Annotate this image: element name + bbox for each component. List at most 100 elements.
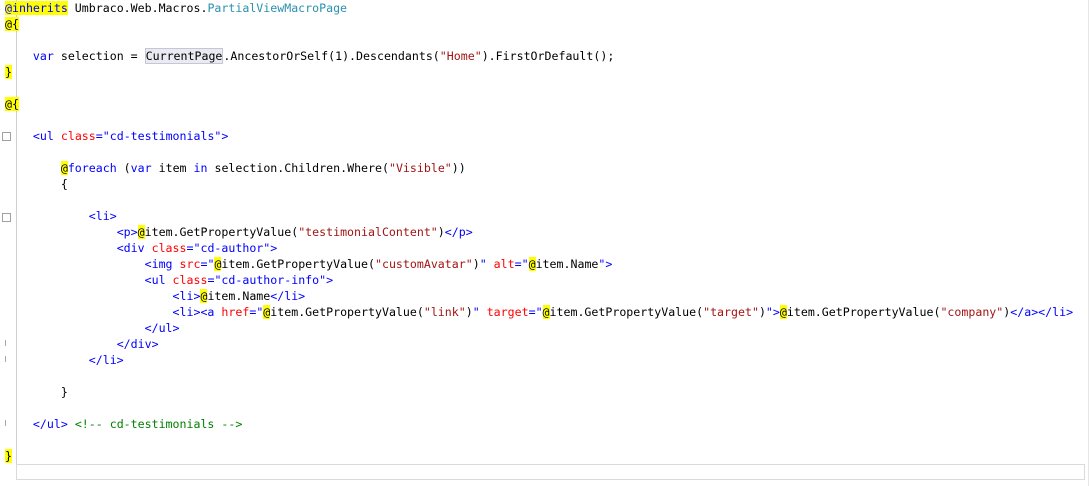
html-tag: > bbox=[270, 241, 278, 255]
html-tag: > bbox=[221, 129, 229, 143]
string-literal: "link" bbox=[423, 305, 466, 319]
html-tag: <p> bbox=[116, 225, 138, 239]
code-line[interactable]: { bbox=[5, 176, 68, 192]
html-tag: <img bbox=[144, 257, 173, 271]
code-line[interactable]: <ul class="cd-testimonials"> bbox=[5, 128, 228, 144]
string-literal: "target" bbox=[703, 305, 759, 319]
html-tag: <li><a bbox=[172, 305, 215, 319]
code-text: item.GetPropertyValue( bbox=[144, 225, 299, 239]
code-line[interactable]: <p>@item.GetPropertyValue("testimonialCo… bbox=[5, 224, 473, 240]
code-line[interactable]: var selection = CurrentPage.AncestorOrSe… bbox=[5, 48, 614, 64]
razor-block-open: @{ bbox=[5, 17, 19, 31]
code-line[interactable]: </ul> bbox=[5, 320, 180, 336]
code-line[interactable]: <li>@item.Name</li> bbox=[5, 288, 305, 304]
html-tag: </ul> bbox=[144, 321, 180, 335]
html-tag: > bbox=[605, 257, 613, 271]
code-text: ).FirstOrDefault(); bbox=[481, 49, 615, 63]
code-line[interactable]: } bbox=[5, 384, 68, 400]
brace: { bbox=[60, 177, 68, 191]
code-line[interactable]: </ul> <!-- cd-testimonials --> bbox=[5, 416, 242, 432]
code-text: ) bbox=[758, 305, 766, 319]
code-text: item.Name bbox=[207, 289, 271, 303]
html-attribute: target bbox=[486, 305, 529, 319]
keyword: var bbox=[32, 49, 54, 63]
code-text: )) bbox=[451, 161, 466, 175]
razor-marker: @ bbox=[542, 305, 550, 319]
type-name: PartialViewMacroPage bbox=[207, 1, 348, 15]
code-line[interactable]: @foreach (var item in selection.Children… bbox=[5, 160, 466, 176]
razor-marker: @ bbox=[779, 305, 787, 319]
code-text: item.Name bbox=[535, 257, 599, 271]
razor-marker: @ bbox=[137, 225, 145, 239]
html-tag: <li> bbox=[172, 289, 201, 303]
html-attribute: src bbox=[179, 257, 201, 271]
code-editor[interactable]: @inherits Umbraco.Web.Macros.PartialView… bbox=[0, 0, 1089, 486]
operator: = bbox=[95, 129, 103, 143]
html-tag: </a></li> bbox=[1010, 305, 1074, 319]
code-text: item.GetPropertyValue( bbox=[786, 305, 941, 319]
keyword: in bbox=[193, 161, 208, 175]
code-line[interactable]: } bbox=[5, 64, 12, 80]
attribute-value: "cd-testimonials" bbox=[102, 129, 222, 143]
string-literal: "customAvatar" bbox=[374, 257, 473, 271]
quote: " bbox=[479, 257, 487, 271]
razor-block-open: @{ bbox=[5, 97, 19, 111]
string-literal: "company" bbox=[940, 305, 1004, 319]
operator: = bbox=[514, 257, 522, 271]
code-line[interactable]: </li> bbox=[5, 352, 124, 368]
code-text: selection = bbox=[53, 49, 145, 63]
html-tag: </p> bbox=[444, 225, 473, 239]
razor-block-close: } bbox=[5, 65, 12, 79]
code-text: ) bbox=[472, 257, 480, 271]
code-line[interactable]: } bbox=[5, 448, 12, 464]
html-tag: <div bbox=[116, 241, 145, 255]
html-attribute: class bbox=[151, 241, 187, 255]
current-line-highlight bbox=[16, 464, 1085, 480]
html-attribute: class bbox=[172, 273, 208, 287]
code-line[interactable]: <div class="cd-author"> bbox=[5, 240, 278, 256]
code-text: item bbox=[151, 161, 194, 175]
code-line[interactable]: @{ bbox=[5, 96, 19, 112]
quote: " bbox=[521, 257, 529, 271]
attribute-value: "cd-author" bbox=[193, 241, 271, 255]
html-attribute: class bbox=[60, 129, 96, 143]
html-tag: <ul bbox=[144, 273, 166, 287]
html-comment: <!-- cd-testimonials --> bbox=[74, 417, 243, 431]
code-line[interactable]: <li><a href="@item.GetPropertyValue("lin… bbox=[5, 304, 1073, 320]
keyword: var bbox=[130, 161, 152, 175]
code-text: ) bbox=[437, 225, 445, 239]
code-line[interactable]: @{ bbox=[5, 16, 19, 32]
quote: " bbox=[472, 305, 480, 319]
string-literal: "testimonialContent" bbox=[298, 225, 438, 239]
code-line[interactable]: <img src="@item.GetPropertyValue("custom… bbox=[5, 256, 612, 272]
code-line[interactable]: </div> bbox=[5, 336, 159, 352]
code-line[interactable]: <ul class="cd-author-info"> bbox=[5, 272, 334, 288]
code-text: item.GetPropertyValue( bbox=[221, 257, 375, 271]
highlighted-identifier: CurrentPage bbox=[144, 48, 224, 64]
code-line[interactable]: <li> bbox=[5, 208, 117, 224]
quote: " bbox=[535, 305, 543, 319]
code-line[interactable]: @inherits Umbraco.Web.Macros.PartialView… bbox=[5, 0, 347, 16]
code-text: item.GetPropertyValue( bbox=[270, 305, 424, 319]
quote: " bbox=[765, 305, 773, 319]
razor-marker: @ bbox=[60, 161, 68, 175]
razor-directive: @inherits bbox=[5, 1, 68, 15]
html-tag: </li> bbox=[88, 353, 124, 367]
string-literal: "Visible" bbox=[388, 161, 452, 175]
